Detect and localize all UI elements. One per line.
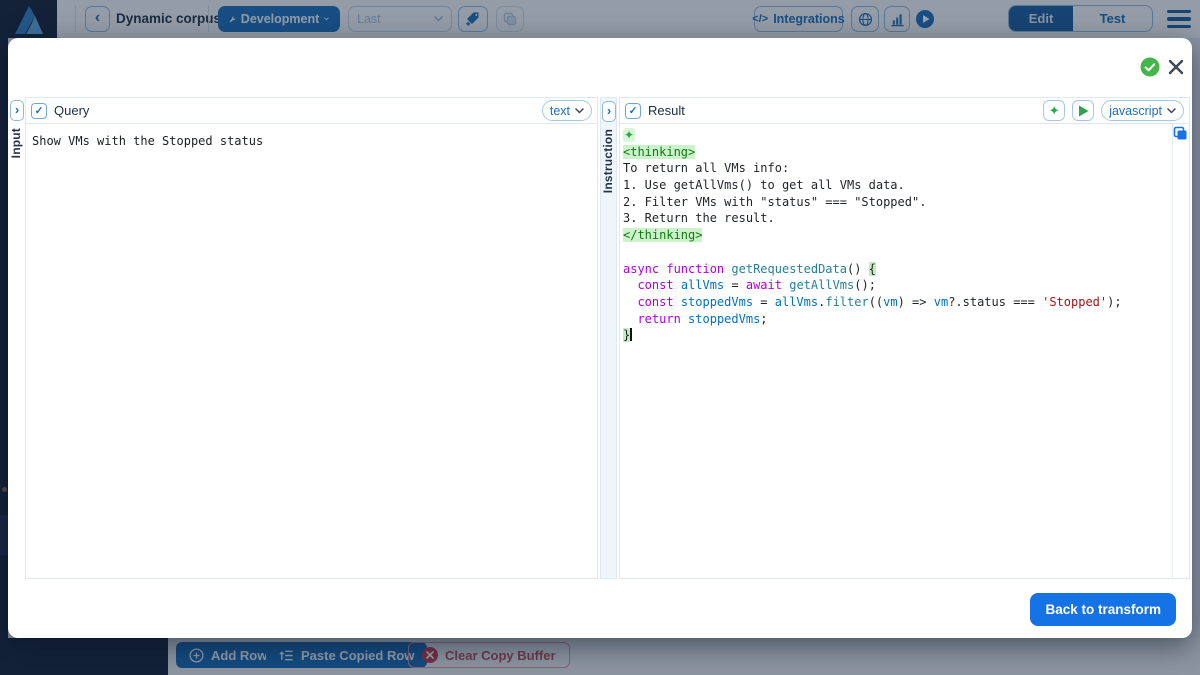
- query-panel-body: Show VMs with the Stopped status: [26, 124, 597, 579]
- query-panel-title: Query: [54, 103, 89, 118]
- code-line: 3. Return the result.: [623, 210, 1169, 227]
- instruction-rail: › Instruction: [600, 97, 617, 579]
- code-line: To return all VMs info:: [623, 160, 1169, 177]
- language-select[interactable]: javascript: [1101, 100, 1184, 121]
- generate-code-button[interactable]: ✦: [1043, 100, 1065, 121]
- code-line: ✦: [623, 127, 1169, 144]
- editor-scroll-rail[interactable]: [1172, 124, 1189, 579]
- query-mode-select[interactable]: text: [542, 100, 592, 121]
- sparkle-icon: ✦: [1049, 103, 1060, 119]
- close-icon[interactable]: [1166, 57, 1186, 77]
- query-panel-header: ✓ Query text: [26, 98, 597, 124]
- code-line: <thinking>: [623, 144, 1169, 161]
- expand-instruction-chevron[interactable]: ›: [602, 101, 616, 122]
- query-input[interactable]: Show VMs with the Stopped status: [26, 124, 597, 158]
- code-editor[interactable]: ✦<thinking>To return all VMs info:1. Use…: [620, 124, 1189, 579]
- play-icon: [1078, 105, 1089, 117]
- code-line: const allVms = await getAllVms();: [623, 277, 1169, 294]
- transform-editor-modal: › Input ✓ Query text Show VMs with the S…: [8, 38, 1192, 638]
- chevron-down-icon: [1167, 108, 1176, 114]
- back-to-transform-button[interactable]: Back to transform: [1030, 593, 1176, 626]
- result-panel-header: ✓ Result ✦ javascript: [620, 98, 1189, 124]
- copy-code-icon[interactable]: [1173, 126, 1188, 146]
- result-checkbox[interactable]: ✓: [625, 103, 641, 119]
- run-code-button[interactable]: [1072, 100, 1094, 121]
- input-rail: › Input: [8, 97, 25, 579]
- code-line: }: [623, 327, 1169, 344]
- result-panel: ✓ Result ✦ javascript ✦<thinking>To retu…: [619, 97, 1190, 579]
- query-checkbox[interactable]: ✓: [31, 103, 47, 119]
- query-panel: ✓ Query text Show VMs with the Stopped s…: [25, 97, 598, 579]
- code-line: return stoppedVms;: [623, 311, 1169, 328]
- result-panel-title: Result: [648, 103, 685, 118]
- code-line: 2. Filter VMs with "status" === "Stopped…: [623, 194, 1169, 211]
- input-rail-label: Input: [9, 128, 23, 158]
- chevron-down-icon: [575, 108, 584, 114]
- code-line: [623, 244, 1169, 261]
- code-content: ✦<thinking>To return all VMs info:1. Use…: [620, 124, 1189, 344]
- instruction-rail-label: Instruction: [601, 129, 615, 193]
- code-line: 1. Use getAllVms() to get all VMs data.: [623, 177, 1169, 194]
- confirm-check-icon[interactable]: [1140, 57, 1160, 77]
- code-line: async function getRequestedData() {: [623, 261, 1169, 278]
- code-line: const stoppedVms = allVms.filter((vm) =>…: [623, 294, 1169, 311]
- code-line: </thinking>: [623, 227, 1169, 244]
- expand-input-chevron[interactable]: ›: [10, 100, 24, 121]
